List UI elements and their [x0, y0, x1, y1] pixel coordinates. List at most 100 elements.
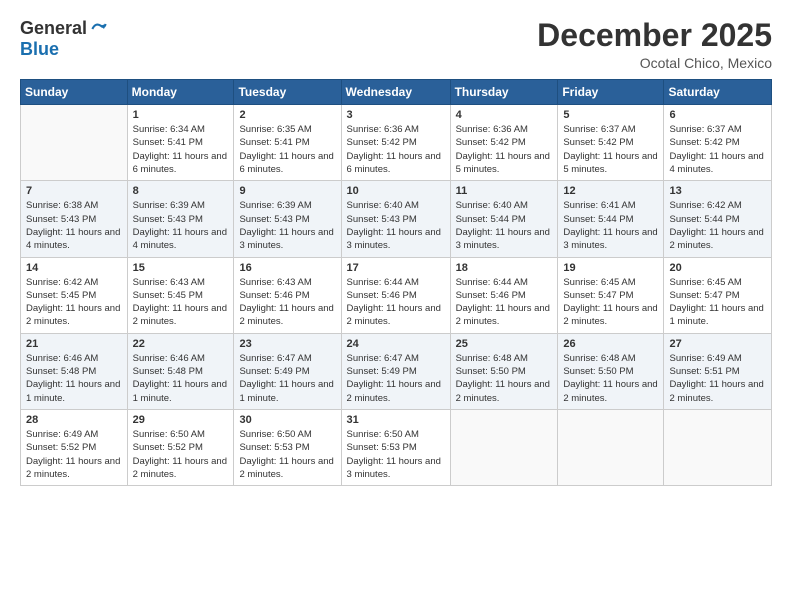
day-number: 28 [26, 414, 122, 426]
day-info: Sunrise: 6:34 AMSunset: 5:41 PMDaylight:… [133, 123, 229, 176]
daylight-text: Daylight: 11 hours and 2 minutes. [669, 379, 763, 403]
daylight-text: Daylight: 11 hours and 2 minutes. [239, 303, 333, 327]
sunrise-text: Sunrise: 6:38 AM [26, 200, 98, 211]
day-info: Sunrise: 6:45 AMSunset: 5:47 PMDaylight:… [563, 276, 658, 329]
daylight-text: Daylight: 11 hours and 2 minutes. [347, 379, 441, 403]
calendar-week-row: 28 Sunrise: 6:49 AMSunset: 5:52 PMDayligh… [21, 409, 772, 485]
daylight-text: Daylight: 11 hours and 6 minutes. [133, 151, 227, 175]
day-info: Sunrise: 6:48 AMSunset: 5:50 PMDaylight:… [563, 352, 658, 405]
daylight-text: Daylight: 11 hours and 3 minutes. [563, 227, 657, 251]
daylight-text: Daylight: 11 hours and 3 minutes. [347, 456, 441, 480]
logo: General Blue [20, 18, 109, 60]
day-number: 25 [456, 338, 553, 350]
table-row: 28 Sunrise: 6:49 AMSunset: 5:52 PMDayligh… [21, 409, 128, 485]
day-info: Sunrise: 6:46 AMSunset: 5:48 PMDaylight:… [133, 352, 229, 405]
daylight-text: Daylight: 11 hours and 3 minutes. [347, 227, 441, 251]
day-info: Sunrise: 6:39 AMSunset: 5:43 PMDaylight:… [133, 199, 229, 252]
table-row: 26 Sunrise: 6:48 AMSunset: 5:50 PMDayligh… [558, 333, 664, 409]
sunset-text: Sunset: 5:45 PM [133, 290, 203, 301]
sunrise-text: Sunrise: 6:45 AM [563, 277, 635, 288]
sunrise-text: Sunrise: 6:49 AM [669, 353, 741, 364]
daylight-text: Daylight: 11 hours and 2 minutes. [347, 303, 441, 327]
daylight-text: Daylight: 11 hours and 1 minute. [669, 303, 763, 327]
sunset-text: Sunset: 5:41 PM [239, 137, 309, 148]
sunrise-text: Sunrise: 6:43 AM [239, 277, 311, 288]
sunset-text: Sunset: 5:46 PM [347, 290, 417, 301]
table-row: 19Sunrise: 6:45 AMSunset: 5:47 PMDayligh… [558, 257, 664, 333]
calendar-week-row: 1 Sunrise: 6:34 AMSunset: 5:41 PMDaylight… [21, 105, 772, 181]
sunrise-text: Sunrise: 6:39 AM [133, 200, 205, 211]
calendar-week-row: 21Sunrise: 6:46 AMSunset: 5:48 PMDayligh… [21, 333, 772, 409]
daylight-text: Daylight: 11 hours and 2 minutes. [26, 456, 120, 480]
logo-block: General Blue [20, 18, 109, 60]
daylight-text: Daylight: 11 hours and 5 minutes. [563, 151, 657, 175]
day-number: 13 [669, 185, 766, 197]
sunset-text: Sunset: 5:44 PM [563, 214, 633, 225]
table-row: 5Sunrise: 6:37 AMSunset: 5:42 PMDaylight… [558, 105, 664, 181]
sunset-text: Sunset: 5:43 PM [133, 214, 203, 225]
daylight-text: Daylight: 11 hours and 2 minutes. [456, 303, 550, 327]
table-row [21, 105, 128, 181]
sunset-text: Sunset: 5:43 PM [26, 214, 96, 225]
table-row: 22 Sunrise: 6:46 AMSunset: 5:48 PMDayligh… [127, 333, 234, 409]
sunrise-text: Sunrise: 6:36 AM [456, 124, 528, 135]
sunrise-text: Sunrise: 6:50 AM [239, 429, 311, 440]
sunset-text: Sunset: 5:49 PM [239, 366, 309, 377]
table-row: 17Sunrise: 6:44 AMSunset: 5:46 PMDayligh… [341, 257, 450, 333]
day-number: 20 [669, 262, 766, 274]
table-row: 24Sunrise: 6:47 AMSunset: 5:49 PMDayligh… [341, 333, 450, 409]
sunrise-text: Sunrise: 6:44 AM [347, 277, 419, 288]
month-title: December 2025 [537, 18, 772, 53]
sunrise-text: Sunrise: 6:35 AM [239, 124, 311, 135]
table-row: 9Sunrise: 6:39 AMSunset: 5:43 PMDaylight… [234, 181, 341, 257]
sunrise-text: Sunrise: 6:49 AM [26, 429, 98, 440]
day-number: 29 [133, 414, 229, 426]
daylight-text: Daylight: 11 hours and 2 minutes. [133, 303, 227, 327]
daylight-text: Daylight: 11 hours and 3 minutes. [239, 227, 333, 251]
sunset-text: Sunset: 5:46 PM [456, 290, 526, 301]
day-number: 2 [239, 109, 335, 121]
day-number: 8 [133, 185, 229, 197]
header-saturday: Saturday [664, 80, 772, 105]
day-number: 11 [456, 185, 553, 197]
day-number: 16 [239, 262, 335, 274]
calendar-week-row: 14Sunrise: 6:42 AMSunset: 5:45 PMDayligh… [21, 257, 772, 333]
table-row: 1 Sunrise: 6:34 AMSunset: 5:41 PMDaylight… [127, 105, 234, 181]
table-row: 21Sunrise: 6:46 AMSunset: 5:48 PMDayligh… [21, 333, 128, 409]
logo-icon [89, 19, 109, 39]
sunrise-text: Sunrise: 6:46 AM [133, 353, 205, 364]
table-row: 23Sunrise: 6:47 AMSunset: 5:49 PMDayligh… [234, 333, 341, 409]
table-row: 6 Sunrise: 6:37 AMSunset: 5:42 PMDaylight… [664, 105, 772, 181]
daylight-text: Daylight: 11 hours and 1 minute. [133, 379, 227, 403]
day-number: 1 [133, 109, 229, 121]
sunrise-text: Sunrise: 6:50 AM [347, 429, 419, 440]
title-block: December 2025 Ocotal Chico, Mexico [537, 18, 772, 71]
sunrise-text: Sunrise: 6:48 AM [456, 353, 528, 364]
logo-general: General [20, 18, 87, 39]
day-number: 6 [669, 109, 766, 121]
day-number: 15 [133, 262, 229, 274]
day-number: 12 [563, 185, 658, 197]
table-row: 7Sunrise: 6:38 AMSunset: 5:43 PMDaylight… [21, 181, 128, 257]
day-info: Sunrise: 6:42 AMSunset: 5:44 PMDaylight:… [669, 199, 766, 252]
header-monday: Monday [127, 80, 234, 105]
day-number: 22 [133, 338, 229, 350]
sunset-text: Sunset: 5:43 PM [347, 214, 417, 225]
day-info: Sunrise: 6:37 AMSunset: 5:42 PMDaylight:… [669, 123, 766, 176]
day-number: 26 [563, 338, 658, 350]
sunset-text: Sunset: 5:47 PM [563, 290, 633, 301]
table-row: 3Sunrise: 6:36 AMSunset: 5:42 PMDaylight… [341, 105, 450, 181]
logo-blue: Blue [20, 39, 59, 59]
day-info: Sunrise: 6:47 AMSunset: 5:49 PMDaylight:… [239, 352, 335, 405]
day-info: Sunrise: 6:44 AMSunset: 5:46 PMDaylight:… [456, 276, 553, 329]
table-row: 29Sunrise: 6:50 AMSunset: 5:52 PMDayligh… [127, 409, 234, 485]
sunset-text: Sunset: 5:53 PM [239, 442, 309, 453]
day-number: 27 [669, 338, 766, 350]
sunrise-text: Sunrise: 6:46 AM [26, 353, 98, 364]
day-info: Sunrise: 6:36 AMSunset: 5:42 PMDaylight:… [456, 123, 553, 176]
day-info: Sunrise: 6:43 AMSunset: 5:45 PMDaylight:… [133, 276, 229, 329]
day-info: Sunrise: 6:49 AMSunset: 5:52 PMDaylight:… [26, 428, 122, 481]
sunset-text: Sunset: 5:48 PM [26, 366, 96, 377]
table-row: 25Sunrise: 6:48 AMSunset: 5:50 PMDayligh… [450, 333, 558, 409]
sunrise-text: Sunrise: 6:48 AM [563, 353, 635, 364]
